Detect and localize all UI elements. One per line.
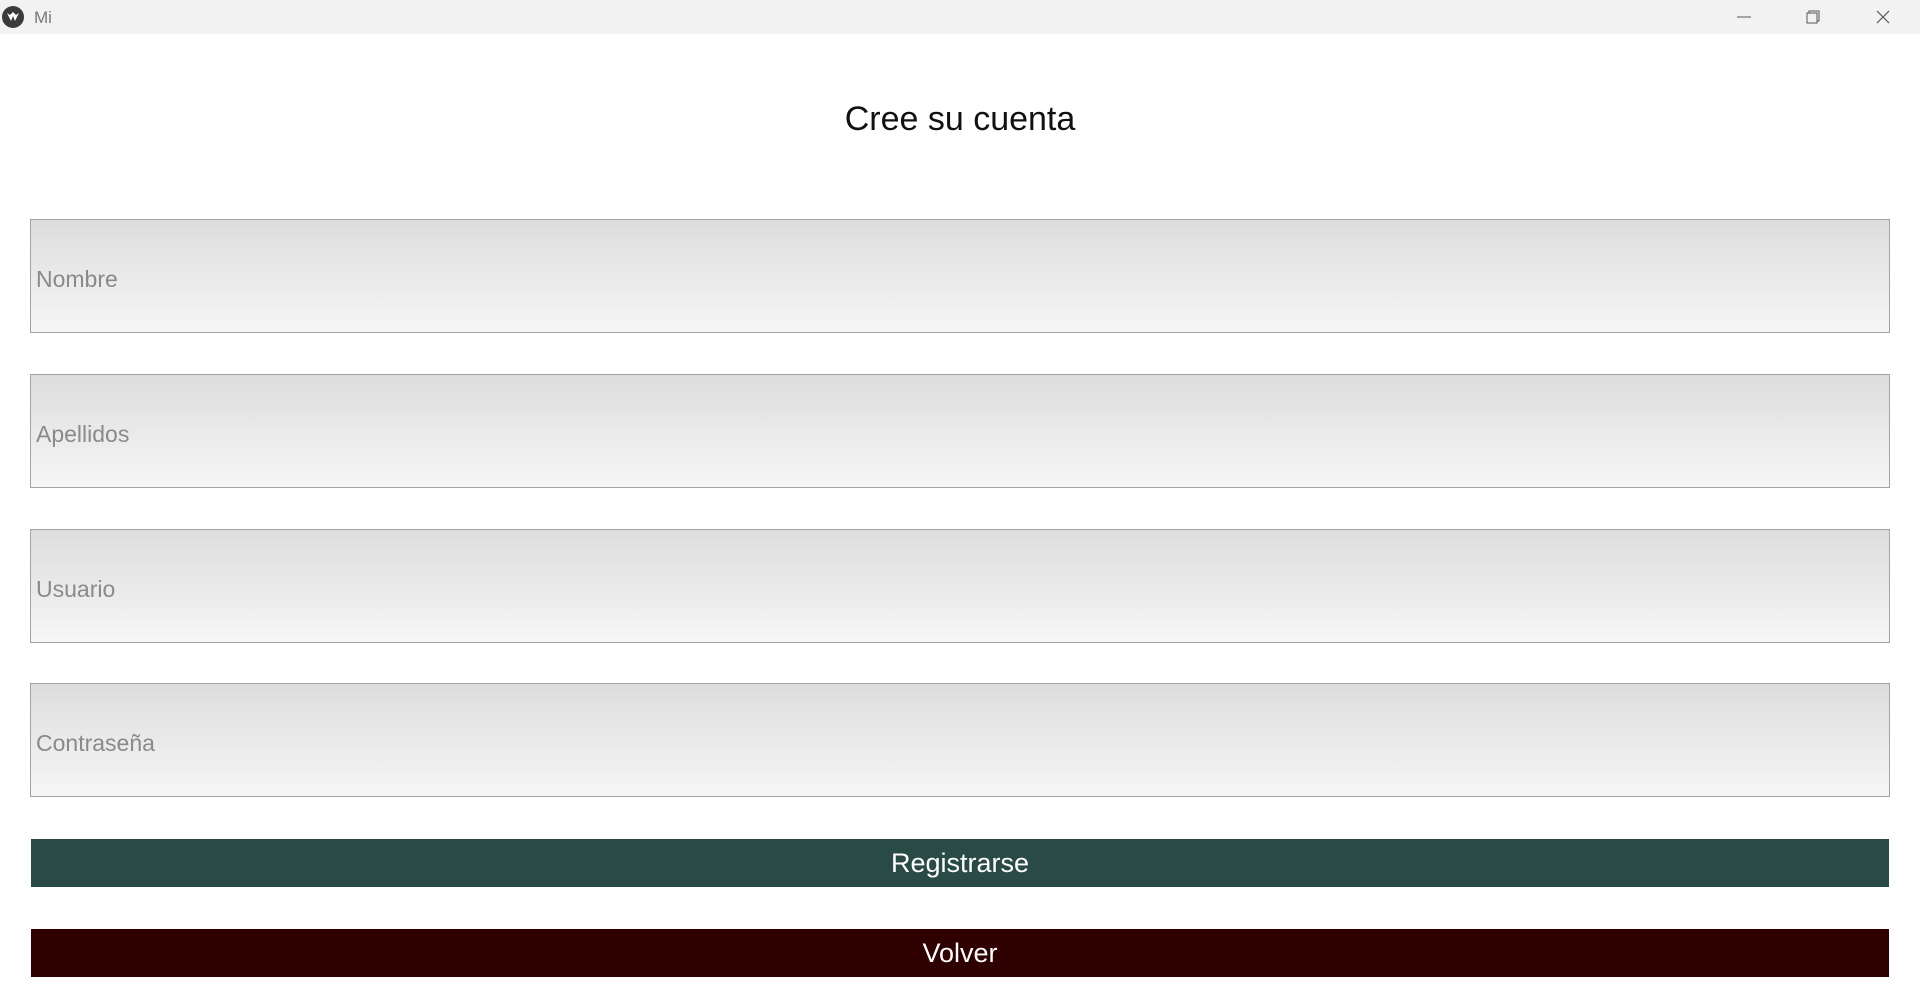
- page-title: Cree su cuenta: [844, 100, 1076, 138]
- apellidos-input[interactable]: [31, 375, 1889, 487]
- usuario-field[interactable]: [30, 529, 1890, 643]
- apellidos-field[interactable]: [30, 374, 1890, 488]
- contrasena-input[interactable]: [31, 684, 1889, 796]
- restore-icon: [1806, 10, 1820, 24]
- back-button-label: Volver: [922, 937, 998, 968]
- close-button[interactable]: [1848, 0, 1918, 34]
- contrasena-field[interactable]: [30, 683, 1890, 797]
- nombre-input[interactable]: [31, 220, 1889, 332]
- close-icon: [1876, 10, 1890, 24]
- app-logo-icon: [2, 6, 24, 28]
- window-title: Mi: [34, 8, 52, 27]
- restore-button[interactable]: [1778, 0, 1848, 34]
- register-button[interactable]: Registrarse: [31, 839, 1889, 887]
- title-bar: Mi: [0, 0, 1920, 34]
- usuario-input[interactable]: [31, 530, 1889, 642]
- back-button[interactable]: Volver: [31, 929, 1889, 977]
- minimize-button[interactable]: [1709, 0, 1779, 34]
- nombre-field[interactable]: [30, 219, 1890, 333]
- minimize-icon: [1737, 16, 1751, 18]
- register-button-label: Registrarse: [890, 847, 1030, 878]
